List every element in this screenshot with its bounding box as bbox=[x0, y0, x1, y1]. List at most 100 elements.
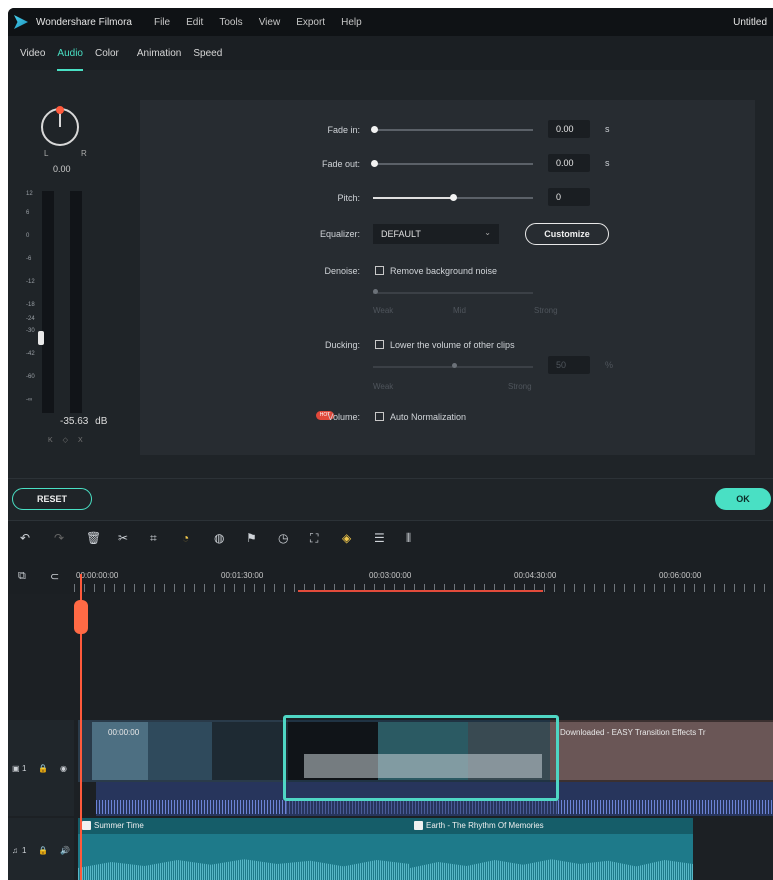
volume-fader-handle[interactable] bbox=[38, 331, 44, 345]
fade-in-slider[interactable] bbox=[373, 129, 533, 131]
marker-icon[interactable]: ⚑ bbox=[246, 531, 257, 545]
balance-knob[interactable] bbox=[41, 106, 79, 146]
meter-scale-label: -∞ bbox=[26, 397, 33, 403]
denoise-strong-label: Strong bbox=[534, 306, 558, 315]
customize-button[interactable]: Customize bbox=[525, 223, 609, 245]
speed-icon[interactable]: ◔ bbox=[182, 531, 189, 545]
audio-wave-icon[interactable]: ⫴ bbox=[406, 531, 411, 546]
tab-audio[interactable]: Audio bbox=[57, 44, 83, 71]
video-clip[interactable]: 00:00:00 bbox=[78, 720, 288, 782]
selection-highlight bbox=[283, 715, 559, 801]
ducking-input: 50 bbox=[548, 356, 590, 374]
audio-track-icon: ♫ bbox=[12, 846, 18, 855]
meter-scale-label: -24 bbox=[26, 316, 35, 322]
reset-button[interactable]: RESET bbox=[12, 488, 92, 510]
lock-icon[interactable]: 🔒 bbox=[38, 846, 48, 855]
fade-in-input[interactable]: 0.00 bbox=[548, 120, 590, 138]
meter-keyframe-icons[interactable]: K ◇ X bbox=[48, 436, 87, 444]
fade-out-slider[interactable] bbox=[373, 163, 533, 165]
fade-in-handle[interactable] bbox=[371, 126, 378, 133]
audio-settings-panel: Fade in: 0.00 s Fade out: 0.00 s Pitch: … bbox=[140, 100, 755, 455]
link-icon[interactable]: ⊂ bbox=[50, 570, 59, 583]
speaker-icon[interactable]: 🔊 bbox=[60, 846, 70, 855]
keyframe-icon[interactable]: ◈ bbox=[342, 531, 351, 545]
timecode: 00:04:30:00 bbox=[514, 571, 557, 580]
redo-icon[interactable]: ↷ bbox=[54, 531, 64, 545]
meter-scale-label: -42 bbox=[26, 351, 35, 357]
clip-thumbnail bbox=[212, 722, 288, 780]
delete-icon[interactable]: 🗑 bbox=[86, 531, 101, 545]
fit-icon[interactable]: ⛶ bbox=[310, 531, 318, 546]
fade-in-unit: s bbox=[605, 124, 610, 134]
meter-scale-label: -12 bbox=[26, 279, 35, 285]
tab-speed[interactable]: Speed bbox=[193, 44, 222, 63]
audio-clip-title: Earth - The Rhythm Of Memories bbox=[426, 821, 544, 830]
tab-video[interactable]: Video bbox=[20, 44, 45, 63]
level-meter-right bbox=[70, 191, 82, 413]
menu-edit[interactable]: Edit bbox=[186, 17, 203, 28]
crop-icon[interactable]: ⌗ bbox=[150, 531, 157, 546]
video-audio-waveform bbox=[558, 782, 773, 816]
timeline-ruler[interactable]: ⧉ ⊂ 00:00:00:00 00:01:30:00 00:03:00:00 … bbox=[8, 554, 773, 594]
fade-out-input[interactable]: 0.00 bbox=[548, 154, 590, 172]
pitch-handle[interactable] bbox=[450, 194, 457, 201]
ducking-weak-label: Weak bbox=[373, 382, 394, 391]
volume-label: Volume: bbox=[327, 412, 360, 422]
eye-icon[interactable]: ◉ bbox=[60, 764, 67, 773]
denoise-weak-label: Weak bbox=[373, 306, 394, 315]
meter-scale-label: -6 bbox=[26, 256, 32, 262]
clip-label: Downloaded - EASY Transition Effects Tr bbox=[560, 728, 706, 737]
denoise-checkbox-label: Remove background noise bbox=[390, 266, 498, 276]
timeline-toolbar: ↶ ↷ 🗑 ✂ ⌗ ◔ ◍ ⚑ ◷ ⛶ ◈ ☰ ⫴ bbox=[8, 520, 773, 554]
adjust-icon[interactable]: ☰ bbox=[374, 531, 385, 545]
equalizer-dropdown[interactable]: DEFAULT ⌄ bbox=[373, 224, 499, 244]
menu-bar: Wondershare Filmora File Edit Tools View… bbox=[8, 8, 773, 36]
tab-color[interactable]: Color bbox=[95, 44, 119, 63]
music-note-icon bbox=[82, 821, 91, 830]
meter-scale-label: -30 bbox=[26, 328, 35, 334]
meter-readout-unit: dB bbox=[95, 416, 108, 427]
filmora-logo-icon bbox=[14, 15, 28, 29]
fade-out-unit: s bbox=[605, 158, 610, 168]
meter-readout: -35.63 dB bbox=[60, 416, 107, 427]
pitch-input[interactable]: 0 bbox=[548, 188, 590, 206]
chevron-down-icon: ⌄ bbox=[484, 228, 491, 237]
ducking-checkbox[interactable] bbox=[375, 340, 384, 349]
level-meter-left bbox=[42, 191, 54, 413]
lock-icon[interactable]: 🔒 bbox=[38, 764, 48, 773]
undo-icon[interactable]: ↶ bbox=[20, 531, 30, 545]
render-range-bar bbox=[298, 590, 543, 592]
denoise-mid-label: Mid bbox=[453, 306, 466, 315]
tab-animation[interactable]: Animation bbox=[137, 44, 181, 63]
equalizer-label: Equalizer: bbox=[319, 229, 360, 239]
ducking-handle bbox=[452, 363, 457, 368]
add-track-icon[interactable]: ⧉ bbox=[18, 570, 26, 583]
timecode: 00:03:00:00 bbox=[369, 571, 412, 580]
audio-clip[interactable]: Earth - The Rhythm Of Memories bbox=[410, 818, 693, 880]
fade-in-label: Fade in: bbox=[327, 125, 360, 135]
filmora-window: Wondershare Filmora File Edit Tools View… bbox=[8, 8, 773, 880]
window-title: Untitled bbox=[733, 16, 767, 28]
denoise-checkbox[interactable] bbox=[375, 266, 384, 275]
timecode: 00:00:00:00 bbox=[76, 571, 119, 580]
auto-normalization-checkbox[interactable] bbox=[375, 412, 384, 421]
video-clip[interactable]: Downloaded - EASY Transition Effects Tr bbox=[550, 720, 773, 782]
clip-thumbnail bbox=[148, 722, 212, 780]
balance-right-label: R bbox=[81, 149, 87, 158]
menu-export[interactable]: Export bbox=[296, 17, 325, 28]
menu-tools[interactable]: Tools bbox=[219, 17, 242, 28]
playhead-scissors-icon[interactable] bbox=[74, 600, 88, 634]
split-icon[interactable]: ✂ bbox=[118, 531, 128, 545]
menu-view[interactable]: View bbox=[259, 17, 281, 28]
color-icon[interactable]: ◍ bbox=[214, 531, 224, 545]
duration-icon[interactable]: ◷ bbox=[278, 531, 288, 545]
meter-scale-label: -60 bbox=[26, 374, 35, 380]
ok-button[interactable]: OK bbox=[715, 488, 771, 510]
meter-scale-label: 12 bbox=[26, 191, 33, 197]
audio-clip[interactable]: Summer Time bbox=[78, 818, 410, 880]
menu-file[interactable]: File bbox=[154, 17, 170, 28]
menu-help[interactable]: Help bbox=[341, 17, 362, 28]
music-note-icon bbox=[414, 821, 423, 830]
fade-out-handle[interactable] bbox=[371, 160, 378, 167]
timecode: 00:01:30:00 bbox=[221, 571, 264, 580]
